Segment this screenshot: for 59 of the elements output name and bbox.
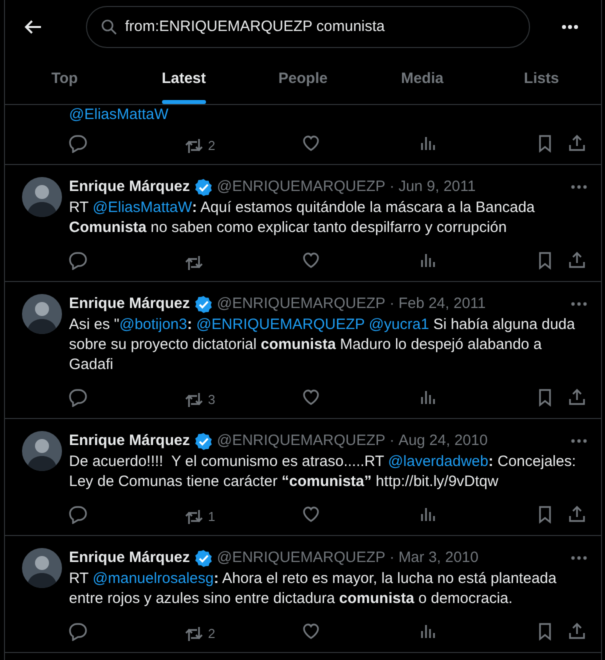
author-name[interactable]: Enrique Márquez bbox=[69, 177, 190, 197]
heart-icon[interactable] bbox=[301, 133, 321, 153]
tweet-date[interactable]: Mar 3, 2010 bbox=[398, 548, 478, 568]
share-icon[interactable] bbox=[567, 387, 587, 407]
reply-icon[interactable] bbox=[68, 621, 88, 641]
search-field[interactable]: from:ENRIQUEMARQUEZP comunista bbox=[86, 6, 530, 48]
mention-link[interactable]: @ENRIQUEMARQUEZP bbox=[196, 316, 365, 333]
author-handle[interactable]: @ENRIQUEMARQUEZP bbox=[216, 431, 386, 451]
retweet-count: 1 bbox=[208, 509, 216, 524]
author-name[interactable]: Enrique Márquez bbox=[69, 548, 190, 568]
reply-icon[interactable] bbox=[68, 133, 88, 153]
author-handle[interactable]: @ENRIQUEMARQUEZP bbox=[216, 294, 386, 314]
avatar[interactable] bbox=[22, 177, 62, 217]
heart-icon[interactable] bbox=[301, 504, 321, 524]
reply-icon[interactable] bbox=[68, 504, 88, 524]
tab[interactable]: Lists bbox=[524, 53, 559, 104]
author-name[interactable]: Enrique Márquez bbox=[69, 294, 190, 314]
tweet-date[interactable]: Aug 24, 2010 bbox=[398, 431, 488, 451]
search-icon bbox=[101, 18, 117, 34]
mention-link[interactable]: @laverdadweb bbox=[388, 453, 488, 470]
reply-icon[interactable] bbox=[68, 387, 88, 407]
avatar[interactable] bbox=[22, 294, 62, 334]
tab[interactable]: Latest bbox=[162, 53, 206, 104]
tweet-text: De acuerdo!!!! Y el comunismo es atraso.....RT @laverdadweb: Concejales: Ley de Comunas tiene carácter “comunista” http://bit.ly/9vDtqw bbox=[69, 452, 577, 492]
tweet-text: RT @manuelrosalesg: Ahora el reto es mayor, la lucha no está planteada entre rojos y azules sino entre dictadura comunista o democracia. bbox=[69, 569, 558, 609]
mention-link[interactable]: @yucra1 bbox=[368, 316, 430, 333]
tab[interactable]: People bbox=[278, 53, 328, 104]
mention-link[interactable]: @EliasMattaW bbox=[92, 199, 192, 216]
tweet-date[interactable]: Feb 24, 2011 bbox=[398, 294, 486, 314]
share-icon[interactable] bbox=[567, 621, 587, 641]
mention-link[interactable]: @manuelrosalesg bbox=[92, 570, 214, 587]
separator-dot: · bbox=[389, 548, 394, 568]
heart-icon[interactable] bbox=[301, 387, 321, 407]
separator-dot: · bbox=[389, 431, 394, 451]
retweet-count: 2 bbox=[208, 138, 216, 153]
mention-link[interactable]: @EliasMattaW bbox=[69, 106, 168, 123]
author-handle[interactable]: @ENRIQUEMARQUEZP bbox=[216, 177, 386, 197]
mention-link[interactable]: @botijon3 bbox=[119, 316, 188, 333]
reply-icon[interactable] bbox=[68, 250, 88, 270]
search-input[interactable]: from:ENRIQUEMARQUEZP comunista bbox=[125, 18, 529, 35]
tweet-text: RT @EliasMattaW: Aquí estamos quitándole la máscara a la Bancada Comunista no saben como explicar tanto despilfarro y corrupción bbox=[69, 198, 536, 238]
avatar[interactable] bbox=[22, 548, 62, 588]
separator-dot: · bbox=[389, 294, 394, 314]
share-icon[interactable] bbox=[567, 504, 587, 524]
more-icon[interactable] bbox=[561, 24, 579, 30]
author-name[interactable]: Enrique Márquez bbox=[69, 431, 190, 451]
avatar[interactable] bbox=[22, 431, 62, 471]
retweet-count: 2 bbox=[208, 626, 216, 641]
separator-dot: · bbox=[389, 177, 394, 197]
share-icon[interactable] bbox=[567, 250, 587, 270]
tweet-date[interactable]: Jun 9, 2011 bbox=[398, 177, 476, 197]
tab[interactable]: Top bbox=[51, 53, 78, 104]
retweet-count: 3 bbox=[208, 392, 216, 407]
tweet-text: Asi es "@botijon3: @ENRIQUEMARQUEZP @yucra1 Si había alguna duda sobre su proyecto dictatorial comunista Maduro lo despejó alabando a Gadafi bbox=[69, 315, 576, 375]
heart-icon[interactable] bbox=[301, 250, 321, 270]
tab[interactable]: Media bbox=[400, 53, 444, 104]
author-handle[interactable]: @ENRIQUEMARQUEZP bbox=[216, 548, 386, 568]
share-icon[interactable] bbox=[567, 133, 587, 153]
heart-icon[interactable] bbox=[301, 621, 321, 641]
